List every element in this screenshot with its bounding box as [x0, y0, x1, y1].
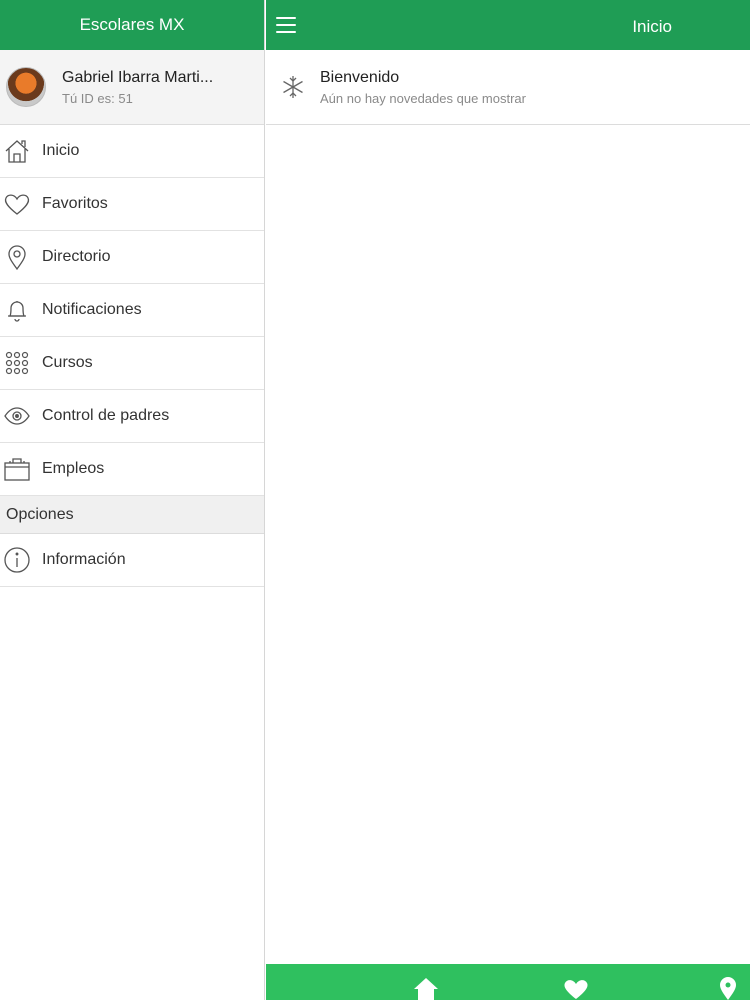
main-header: Inicio [266, 0, 750, 50]
sidebar-header: Escolares MX [0, 0, 264, 50]
profile-id: Tú ID es: 51 [62, 90, 133, 106]
briefcase-icon [2, 454, 32, 484]
sidebar-item-label: Información [42, 551, 126, 568]
section-label: Opciones [6, 505, 74, 523]
bell-icon [2, 295, 32, 325]
profile-name: Gabriel Ibarra Marti... [62, 68, 214, 86]
info-icon [2, 545, 32, 575]
sidebar-item-label: Control de padres [42, 407, 170, 424]
sidebar-item-label: Inicio [42, 142, 80, 159]
avatar [6, 67, 46, 107]
sidebar-item-inicio[interactable]: Inicio [0, 125, 264, 178]
app-title: Escolares MX [79, 15, 185, 34]
sidebar-item-label: Empleos [42, 460, 105, 477]
notice-title: Bienvenido [320, 68, 400, 86]
main-panel: Inicio Bienvenido Aún no hay novedades q… [266, 0, 750, 1000]
sidebar-item-informacion[interactable]: Información [0, 534, 264, 587]
sidebar: Escolares MX Gabriel Ibarra Marti... Tú … [0, 0, 265, 1000]
section-header-opciones: Opciones [0, 496, 264, 534]
sidebar-item-directorio[interactable]: Directorio [0, 231, 264, 284]
grid-dots-icon [2, 348, 32, 378]
sidebar-item-cursos[interactable]: Cursos [0, 337, 264, 390]
notice-item[interactable]: Bienvenido Aún no hay novedades que most… [266, 50, 750, 125]
sidebar-item-notificaciones[interactable]: Notificaciones [0, 284, 264, 337]
home-icon[interactable] [412, 976, 440, 1000]
sidebar-item-label: Cursos [42, 354, 93, 371]
notice-subtitle: Aún no hay novedades que mostrar [320, 90, 526, 106]
user-profile[interactable]: Gabriel Ibarra Marti... Tú ID es: 51 [0, 50, 264, 125]
sidebar-item-label: Directorio [42, 248, 111, 265]
eye-icon [2, 401, 32, 431]
home-icon [2, 136, 32, 166]
sidebar-item-favoritos[interactable]: Favoritos [0, 178, 264, 231]
sidebar-item-control-de-padres[interactable]: Control de padres [0, 390, 264, 443]
sidebar-item-empleos[interactable]: Empleos [0, 443, 264, 496]
heart-icon[interactable] [562, 976, 590, 1000]
asterisk-icon [283, 76, 303, 98]
heart-icon [2, 189, 32, 219]
bottom-tab-bar [266, 964, 750, 1000]
page-title: Inicio [632, 17, 672, 36]
location-pin-icon[interactable] [714, 976, 742, 1000]
hamburger-menu-icon[interactable] [276, 17, 296, 33]
sidebar-item-label: Favoritos [42, 195, 108, 212]
location-pin-icon [2, 242, 32, 272]
sidebar-item-label: Notificaciones [42, 301, 142, 318]
